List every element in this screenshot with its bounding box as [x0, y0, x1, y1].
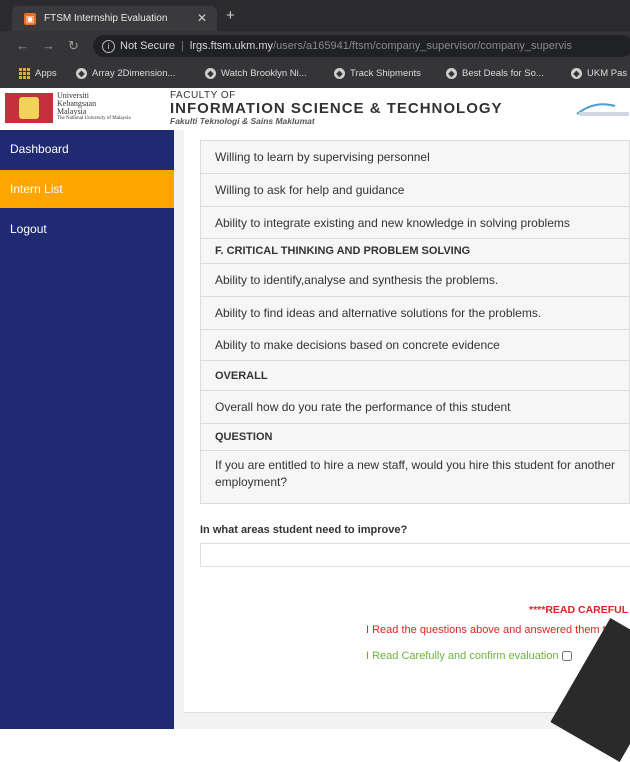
globe-icon: ◆ [446, 68, 457, 79]
section-header-row: OVERALL [200, 361, 630, 391]
bookmark-item[interactable]: ◆ Track Shipments [334, 68, 421, 79]
info-icon[interactable]: i [102, 39, 115, 53]
bookmark-item[interactable]: ◆ UKM Pas [571, 68, 627, 79]
sidebar-item-label: Dashboard [10, 142, 69, 156]
url-domain: lrgs.ftsm.ukm.my [189, 40, 274, 52]
confirm-evaluation-row: I Read Carefully and confirm evaluation [366, 650, 572, 662]
bookmark-label: Watch Brooklyn Ni... [221, 68, 307, 79]
forward-icon[interactable]: → [42, 38, 55, 53]
browser-tab-bar: ▣ FTSM Internship Evaluation ✕ + [0, 0, 630, 31]
table-row: Overall how do you rate the performance … [200, 391, 630, 424]
reload-icon[interactable]: ↻ [68, 38, 79, 54]
main-content: Willing to learn by supervising personne… [174, 130, 630, 729]
section-header-row: QUESTION [200, 424, 630, 451]
ukm-logo: Universiti Kebangsaan Malaysia The Natio… [5, 91, 155, 126]
table-row: If you are entitled to hire a new staff,… [200, 451, 630, 504]
ukm-line: Malaysia [57, 107, 87, 116]
msc-logo-icon [576, 103, 629, 116]
read-carefully-text: I Read the questions above and answered … [366, 624, 622, 636]
globe-icon: ◆ [76, 68, 87, 79]
table-row: Ability to integrate existing and new kn… [200, 207, 630, 239]
bookmark-item[interactable]: ◆ Watch Brooklyn Ni... [205, 68, 307, 79]
bookmark-item[interactable]: ◆ Array 2Dimension... [76, 68, 175, 79]
table-row: Willing to ask for help and guidance [200, 174, 630, 207]
criterion-text: Ability to integrate existing and new kn… [215, 215, 570, 230]
sidebar-item-label: Logout [10, 222, 47, 236]
table-row: Ability to make decisions based on concr… [200, 330, 630, 361]
table-row: Willing to learn by supervising personne… [200, 140, 630, 174]
site-header: Universiti Kebangsaan Malaysia The Natio… [0, 88, 630, 131]
bookmarks-bar: Apps ◆ Array 2Dimension... ◆ Watch Brook… [0, 61, 630, 88]
table-row: Ability to identify,analyse and synthesi… [200, 264, 630, 297]
ukm-line: The National University of Malaysia [57, 116, 131, 121]
confirm-evaluation-checkbox[interactable] [561, 651, 572, 661]
bookmark-label: Apps [35, 68, 57, 79]
improve-areas-input[interactable] [200, 543, 630, 567]
section-header-row: F. CRITICAL THINKING AND PROBLEM SOLVING [200, 239, 630, 264]
faculty-malay-name: Fakulti Teknologi & Sains Maklumat [170, 116, 315, 126]
criterion-text: Overall how do you rate the performance … [215, 400, 511, 414]
criterion-text: Willing to learn by supervising personne… [215, 150, 430, 164]
criterion-text: Ability to make decisions based on concr… [215, 338, 500, 352]
section-title: F. CRITICAL THINKING AND PROBLEM SOLVING [215, 245, 471, 257]
section-title: QUESTION [215, 431, 273, 443]
confirm-evaluation-label: I Read Carefully and confirm evaluation [366, 650, 559, 662]
improve-question-label: In what areas student need to improve? [200, 524, 408, 536]
browser-tab[interactable]: ▣ FTSM Internship Evaluation ✕ [12, 6, 217, 31]
new-tab-icon[interactable]: + [226, 7, 235, 24]
sidebar-item-label: Intern List [10, 182, 63, 196]
sidebar-item-intern-list[interactable]: Intern List [0, 170, 174, 208]
ukm-crest-icon [5, 93, 53, 123]
section-title: OVERALL [215, 369, 268, 382]
sidebar: Dashboard Intern List Logout [0, 130, 174, 729]
criterion-text: Ability to find ideas and alternative so… [215, 306, 542, 320]
url-path: /users/a165941/ftsm/company_supervisor/c… [273, 40, 572, 52]
url-field[interactable]: i Not Secure | lrgs.ftsm.ukm.my /users/a… [93, 35, 630, 57]
url-separator: | [181, 40, 184, 52]
evaluation-card: Willing to learn by supervising personne… [184, 130, 630, 713]
bookmark-label: Best Deals for So... [462, 68, 544, 79]
tab-title: FTSM Internship Evaluation [44, 13, 168, 24]
globe-icon: ◆ [205, 68, 216, 79]
apps-grid-icon [19, 68, 30, 79]
sidebar-item-dashboard[interactable]: Dashboard [0, 130, 174, 168]
bookmark-label: UKM Pas [587, 68, 628, 79]
url-security-label: Not Secure [120, 40, 176, 52]
read-carefully-title: ****READ CAREFUL [529, 604, 629, 616]
back-icon[interactable]: ← [16, 38, 29, 53]
sidebar-item-logout[interactable]: Logout [0, 210, 174, 248]
globe-icon: ◆ [334, 68, 345, 79]
criterion-text: Ability to identify,analyse and synthesi… [215, 273, 499, 287]
criterion-text: If you are entitled to hire a new staff,… [215, 458, 616, 489]
bookmark-item[interactable]: ◆ Best Deals for So... [446, 68, 544, 79]
table-row: Ability to find ideas and alternative so… [200, 297, 630, 330]
criterion-text: Willing to ask for help and guidance [215, 183, 405, 197]
address-bar-row: ← → ↻ i Not Secure | lrgs.ftsm.ukm.my /u… [0, 31, 630, 61]
bookmark-apps[interactable]: Apps [19, 68, 57, 79]
ukm-logo-text: Universiti Kebangsaan Malaysia The Natio… [57, 92, 149, 122]
faculty-name: INFORMATION SCIENCE & TECHNOLOGY [170, 100, 503, 117]
bookmark-label: Array 2Dimension... [92, 68, 176, 79]
bookmark-label: Track Shipments [350, 68, 421, 79]
globe-icon: ◆ [571, 68, 582, 79]
close-tab-icon[interactable]: ✕ [197, 11, 207, 25]
site-favicon-icon: ▣ [24, 12, 36, 25]
